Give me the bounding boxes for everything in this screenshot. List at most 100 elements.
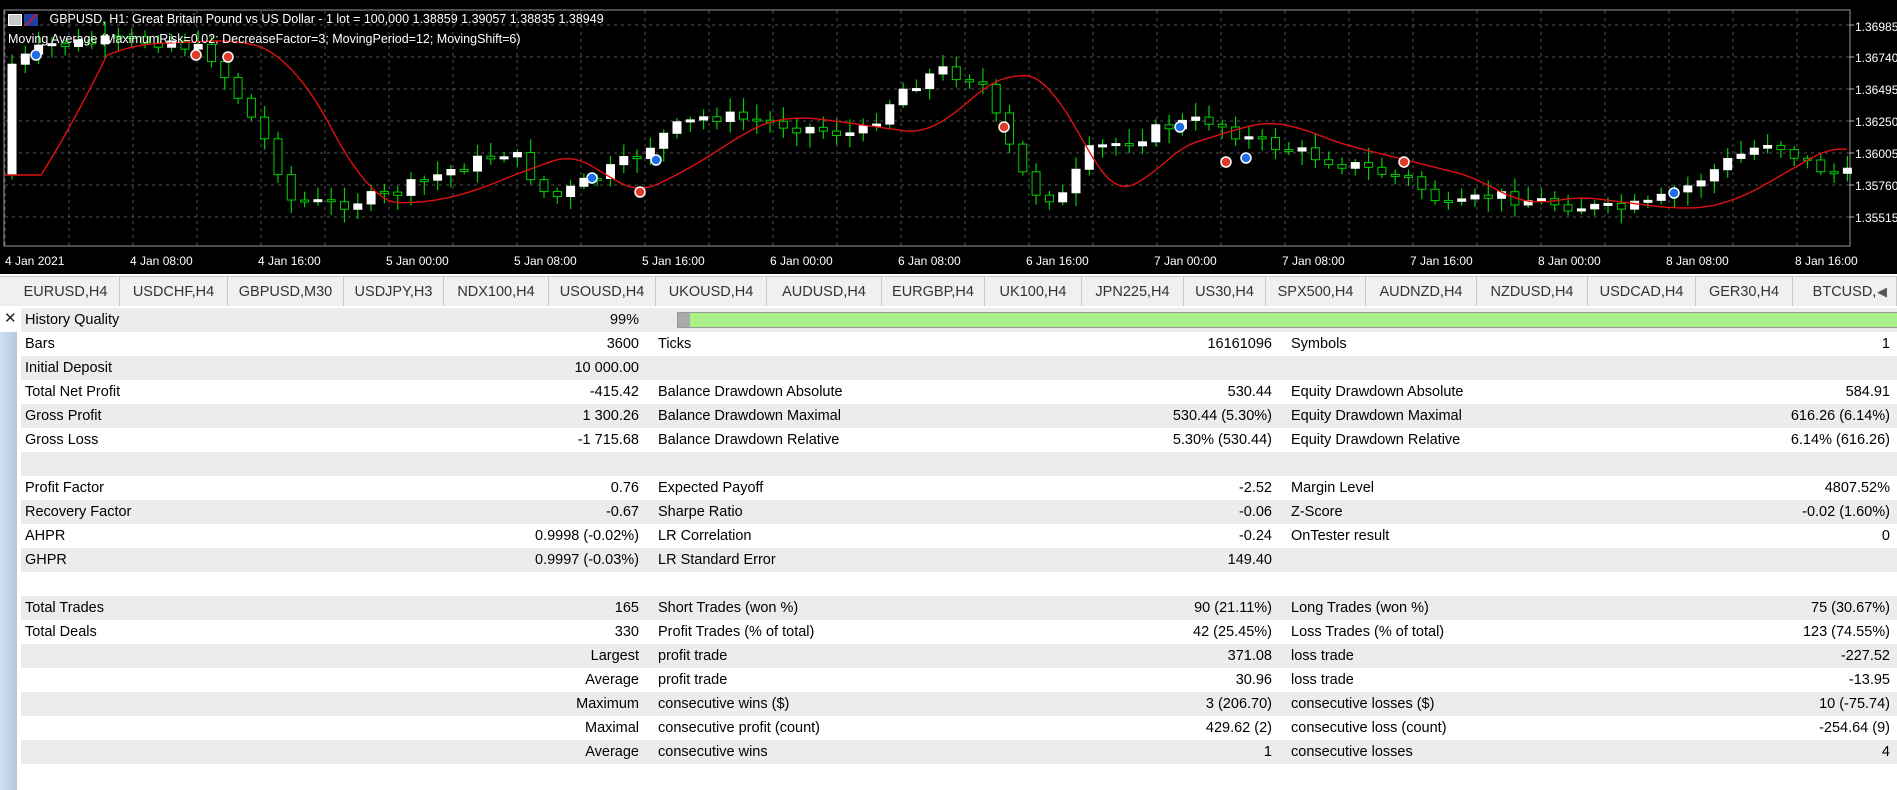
report-label: Balance Drawdown Absolute xyxy=(658,384,843,400)
report-label: Total Trades xyxy=(25,600,104,616)
report-row: Gross Profit 1 300.26 Balance Drawdown Max… xyxy=(21,404,1897,428)
candle-body xyxy=(1430,188,1440,202)
candle-body xyxy=(1058,192,1068,203)
candle-body xyxy=(1098,144,1108,148)
report-label: Sharpe Ratio xyxy=(658,504,743,520)
tab-usdcad-h4[interactable]: USDCAD,H4 xyxy=(1588,277,1696,307)
report-label: Long Trades (won %) xyxy=(1291,600,1429,616)
chevron-left-icon[interactable]: ◀ xyxy=(1877,277,1887,307)
candle-body xyxy=(778,120,788,129)
time-axis-label: 8 Jan 08:00 xyxy=(1666,254,1729,268)
report-label: Total Deals xyxy=(25,624,97,640)
history-quality-label: History Quality xyxy=(25,312,120,328)
report-value: -0.24 xyxy=(1238,528,1272,544)
indicator-label: Moving Average (MaximumRisk=0.02; Decrea… xyxy=(8,32,521,46)
candle-body xyxy=(1829,171,1839,175)
candle-body xyxy=(1749,147,1759,155)
report-label: Total Net Profit xyxy=(25,384,121,400)
candle-body xyxy=(659,132,669,149)
report-value: Average xyxy=(585,744,639,760)
report-value: -13.95 xyxy=(1848,672,1890,688)
tab-us30-h4[interactable]: US30,H4 xyxy=(1184,277,1266,307)
candle-body xyxy=(1204,116,1214,125)
report-value: -254.64 (9) xyxy=(1819,720,1890,736)
tab-usdchf-h4[interactable]: USDCHF,H4 xyxy=(120,277,228,307)
candle-body xyxy=(486,155,496,160)
candle-body xyxy=(366,191,376,205)
candle-body xyxy=(7,63,17,176)
report-value: 10 000.00 xyxy=(574,360,639,376)
buy-arrow-icon xyxy=(1668,187,1680,199)
candle-body xyxy=(1138,141,1147,147)
report-label: LR Correlation xyxy=(658,528,752,544)
candle-body xyxy=(1683,185,1693,193)
candle-body xyxy=(1284,149,1294,153)
tab-ger30-h4[interactable]: GER30,H4 xyxy=(1696,277,1793,307)
report-value: 371.08 xyxy=(1227,648,1272,664)
price-level-label: 1.36985 xyxy=(1855,20,1897,34)
report-label: Profit Factor xyxy=(25,480,104,496)
candle-body xyxy=(1537,198,1546,202)
candle-body xyxy=(406,179,416,196)
candle-body xyxy=(1643,199,1653,203)
tab-gbpusd-m30[interactable]: GBPUSD,M30 xyxy=(228,277,344,307)
panel-side-bar: ✕ xyxy=(0,306,20,790)
report-label: AHPR xyxy=(25,528,66,544)
report-value: 584.91 xyxy=(1845,384,1890,400)
candle-body xyxy=(911,88,921,92)
candle-body xyxy=(885,104,895,125)
report-label: Initial Deposit xyxy=(25,360,113,376)
close-icon[interactable]: ✕ xyxy=(4,309,17,327)
candle-body xyxy=(632,156,642,160)
tab-ndx100-h4[interactable]: NDX100,H4 xyxy=(444,277,549,307)
candle-body xyxy=(246,97,256,118)
time-axis-label: 5 Jan 08:00 xyxy=(514,254,577,268)
candle-body xyxy=(1576,208,1586,212)
buy-arrow-icon xyxy=(1174,121,1186,133)
sell-arrow-icon xyxy=(1220,156,1232,168)
report-row xyxy=(21,452,1897,476)
candle-body xyxy=(1789,149,1799,159)
candle-body xyxy=(898,88,908,106)
report-label: Gross Profit xyxy=(25,408,102,424)
tab-audnzd-h4[interactable]: AUDNZD,H4 xyxy=(1366,277,1477,307)
tab-audusd-h4[interactable]: AUDUSD,H4 xyxy=(767,277,882,307)
time-axis-label: 8 Jan 16:00 xyxy=(1795,254,1858,268)
tab-nzdusd-h4[interactable]: NZDUSD,H4 xyxy=(1477,277,1588,307)
candle-body xyxy=(526,152,536,181)
report-value: -415.42 xyxy=(589,384,639,400)
candle-body xyxy=(1018,143,1028,173)
report-value: -0.06 xyxy=(1238,504,1272,520)
tab-usdjpy-h3[interactable]: USDJPY,H3 xyxy=(344,277,444,307)
tab-spx500-h4[interactable]: SPX500,H4 xyxy=(1266,277,1366,307)
candle-body xyxy=(393,191,403,196)
candle-body xyxy=(1457,198,1467,202)
candle-body xyxy=(300,199,310,203)
candle-body xyxy=(419,179,429,183)
candle-body xyxy=(313,199,323,203)
tab-ukousd-h4[interactable]: UKOUSD,H4 xyxy=(656,277,767,307)
tab-jpn225-h4[interactable]: JPN225,H4 xyxy=(1082,277,1184,307)
report-value: 4 xyxy=(1881,744,1890,760)
chart-title: GBPUSD, H1: Great Britain Pound vs US Do… xyxy=(8,12,604,27)
candle-body xyxy=(1390,173,1400,177)
report-value: 429.62 (2) xyxy=(1205,720,1272,736)
moving-average-line xyxy=(5,40,1848,209)
candle-body xyxy=(1257,136,1267,140)
sell-arrow-icon xyxy=(634,186,646,198)
chart-tabs-bar: EURUSD,H4 USDCHF,H4 GBPUSD,M30 USDJPY,H3 NDX… xyxy=(0,276,1897,308)
tab-usousd-h4[interactable]: USOUSD,H4 xyxy=(549,277,656,307)
report-label: Equity Drawdown Relative xyxy=(1291,432,1461,448)
price-level-label: 1.36250 xyxy=(1855,115,1897,129)
candle-body xyxy=(1563,204,1573,212)
report-value: 149.40 xyxy=(1227,552,1272,568)
tab-uk100-h4[interactable]: UK100,H4 xyxy=(985,277,1082,307)
report-row: Total Trades 165 Short Trades (won %) 90 (2… xyxy=(21,596,1897,620)
candle-body xyxy=(1709,169,1719,182)
tab-eurgbp-h4[interactable]: EURGBP,H4 xyxy=(882,277,985,307)
report-label: Short Trades (won %) xyxy=(658,600,799,616)
candle-body xyxy=(1364,162,1374,168)
candle-body xyxy=(1630,200,1640,210)
price-chart[interactable]: GBPUSD, H1: Great Britain Pound vs US Do… xyxy=(0,0,1897,274)
tab-eurusd-h4[interactable]: EURUSD,H4 xyxy=(12,277,120,307)
